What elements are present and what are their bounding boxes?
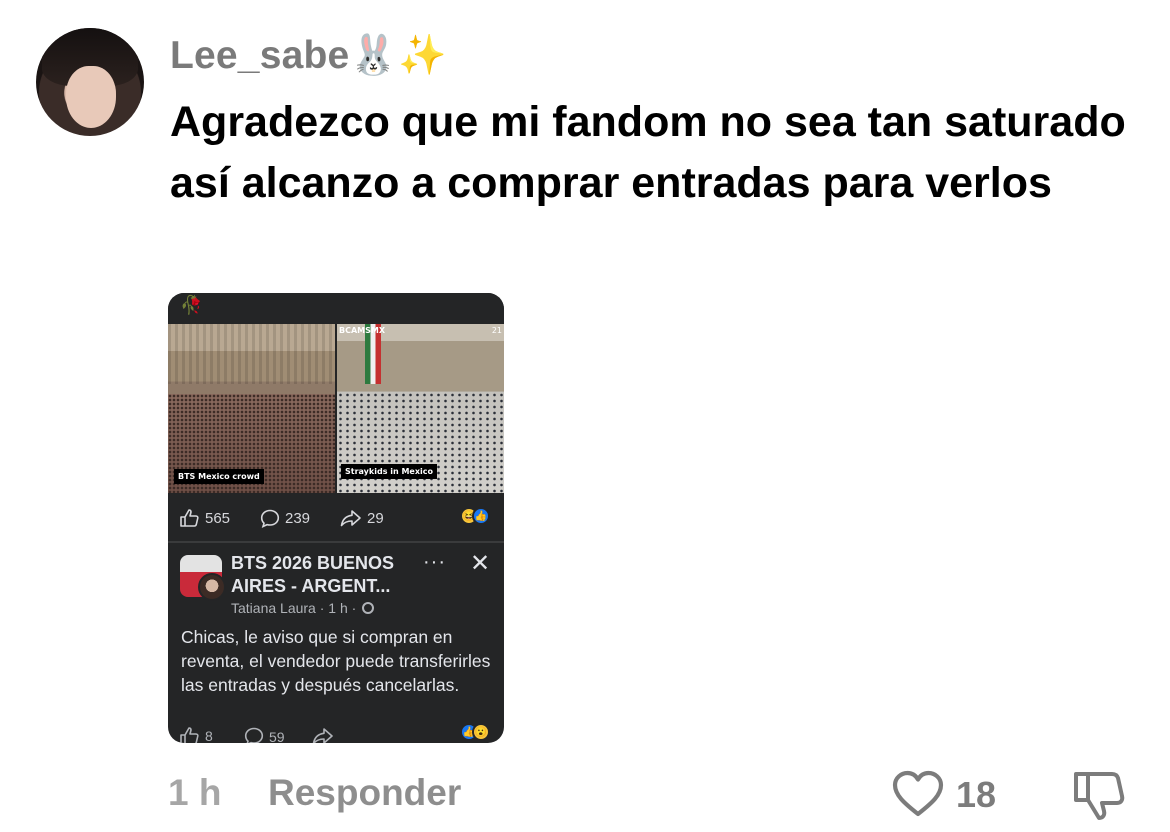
- like-count: 565: [205, 509, 231, 527]
- globe-icon: [362, 602, 375, 614]
- share-count: 29: [367, 509, 384, 527]
- group-title[interactable]: BTS 2026 BUENOS AIRES - ARGENT...: [231, 552, 421, 598]
- comment-count: 239: [285, 510, 311, 527]
- thumbs-down-icon[interactable]: [1072, 768, 1126, 822]
- thumbs-up-icon: [180, 727, 199, 743]
- share-arrow-icon: [312, 728, 333, 743]
- comment-text: Agradezco que mi fandom no sea tan satur…: [170, 98, 1126, 207]
- user-avatar[interactable]: [36, 28, 144, 136]
- post-like-action[interactable]: 8: [180, 727, 213, 743]
- post-body: Chicas, le aviso que si compran en reven…: [181, 627, 491, 695]
- post-like-count: 8: [205, 728, 213, 743]
- comment-time: 1 h: [168, 772, 222, 813]
- post-comment-action[interactable]: 59: [244, 727, 285, 743]
- right-photo-caption: Straykids in Mexico: [341, 464, 437, 479]
- post-comment-count: 59: [269, 728, 285, 744]
- reaction-emojis: 😆 👍: [460, 507, 490, 525]
- post-age: · 1 h ·: [319, 600, 357, 616]
- like-count: 18: [956, 774, 997, 815]
- attached-screenshot[interactable]: 🥀 BCAMSMX 21 BTS Mexico crowd Straykids …: [168, 293, 504, 743]
- like-reaction-icon: 👍: [472, 507, 490, 525]
- post-divider: [168, 541, 504, 543]
- post-reaction-emojis: 👍 😮: [460, 723, 490, 741]
- bts-crowd-photo: [168, 324, 335, 493]
- share-arrow-icon: [340, 510, 361, 527]
- username[interactable]: Lee_sabe🐰✨: [170, 32, 447, 78]
- photo-corner-number: 21: [491, 326, 502, 335]
- more-options-icon[interactable]: ···: [423, 551, 446, 574]
- reply-button[interactable]: Responder: [268, 772, 461, 814]
- post-share-action[interactable]: [312, 727, 334, 743]
- heart-icon[interactable]: [892, 770, 944, 818]
- rose-emoji: 🥀: [180, 295, 203, 315]
- screenshot-status-bar: 🥀: [168, 293, 504, 324]
- thumbs-up-icon: [180, 509, 199, 527]
- close-icon[interactable]: ✕: [470, 549, 490, 578]
- post-reaction-bar: 8 59 👍 😮: [168, 723, 504, 743]
- reaction-bar: 565 239 29 😆 👍: [168, 500, 504, 534]
- photo-watermark: BCAMSMX: [339, 326, 386, 335]
- comment-bubble-icon: [244, 727, 264, 743]
- share-action[interactable]: 29: [340, 509, 384, 527]
- comment-action[interactable]: 239: [260, 509, 310, 528]
- author-avatar: [198, 573, 226, 601]
- like-action[interactable]: 565: [180, 509, 230, 527]
- left-photo-caption: BTS Mexico crowd: [174, 469, 264, 484]
- avatar-face: [66, 66, 116, 128]
- post-meta: Tatiana Laura · 1 h ·: [231, 600, 375, 616]
- wow-reaction-icon: 😮: [472, 723, 490, 741]
- comment-bubble-icon: [260, 509, 280, 528]
- post-author[interactable]: Tatiana Laura: [231, 600, 316, 616]
